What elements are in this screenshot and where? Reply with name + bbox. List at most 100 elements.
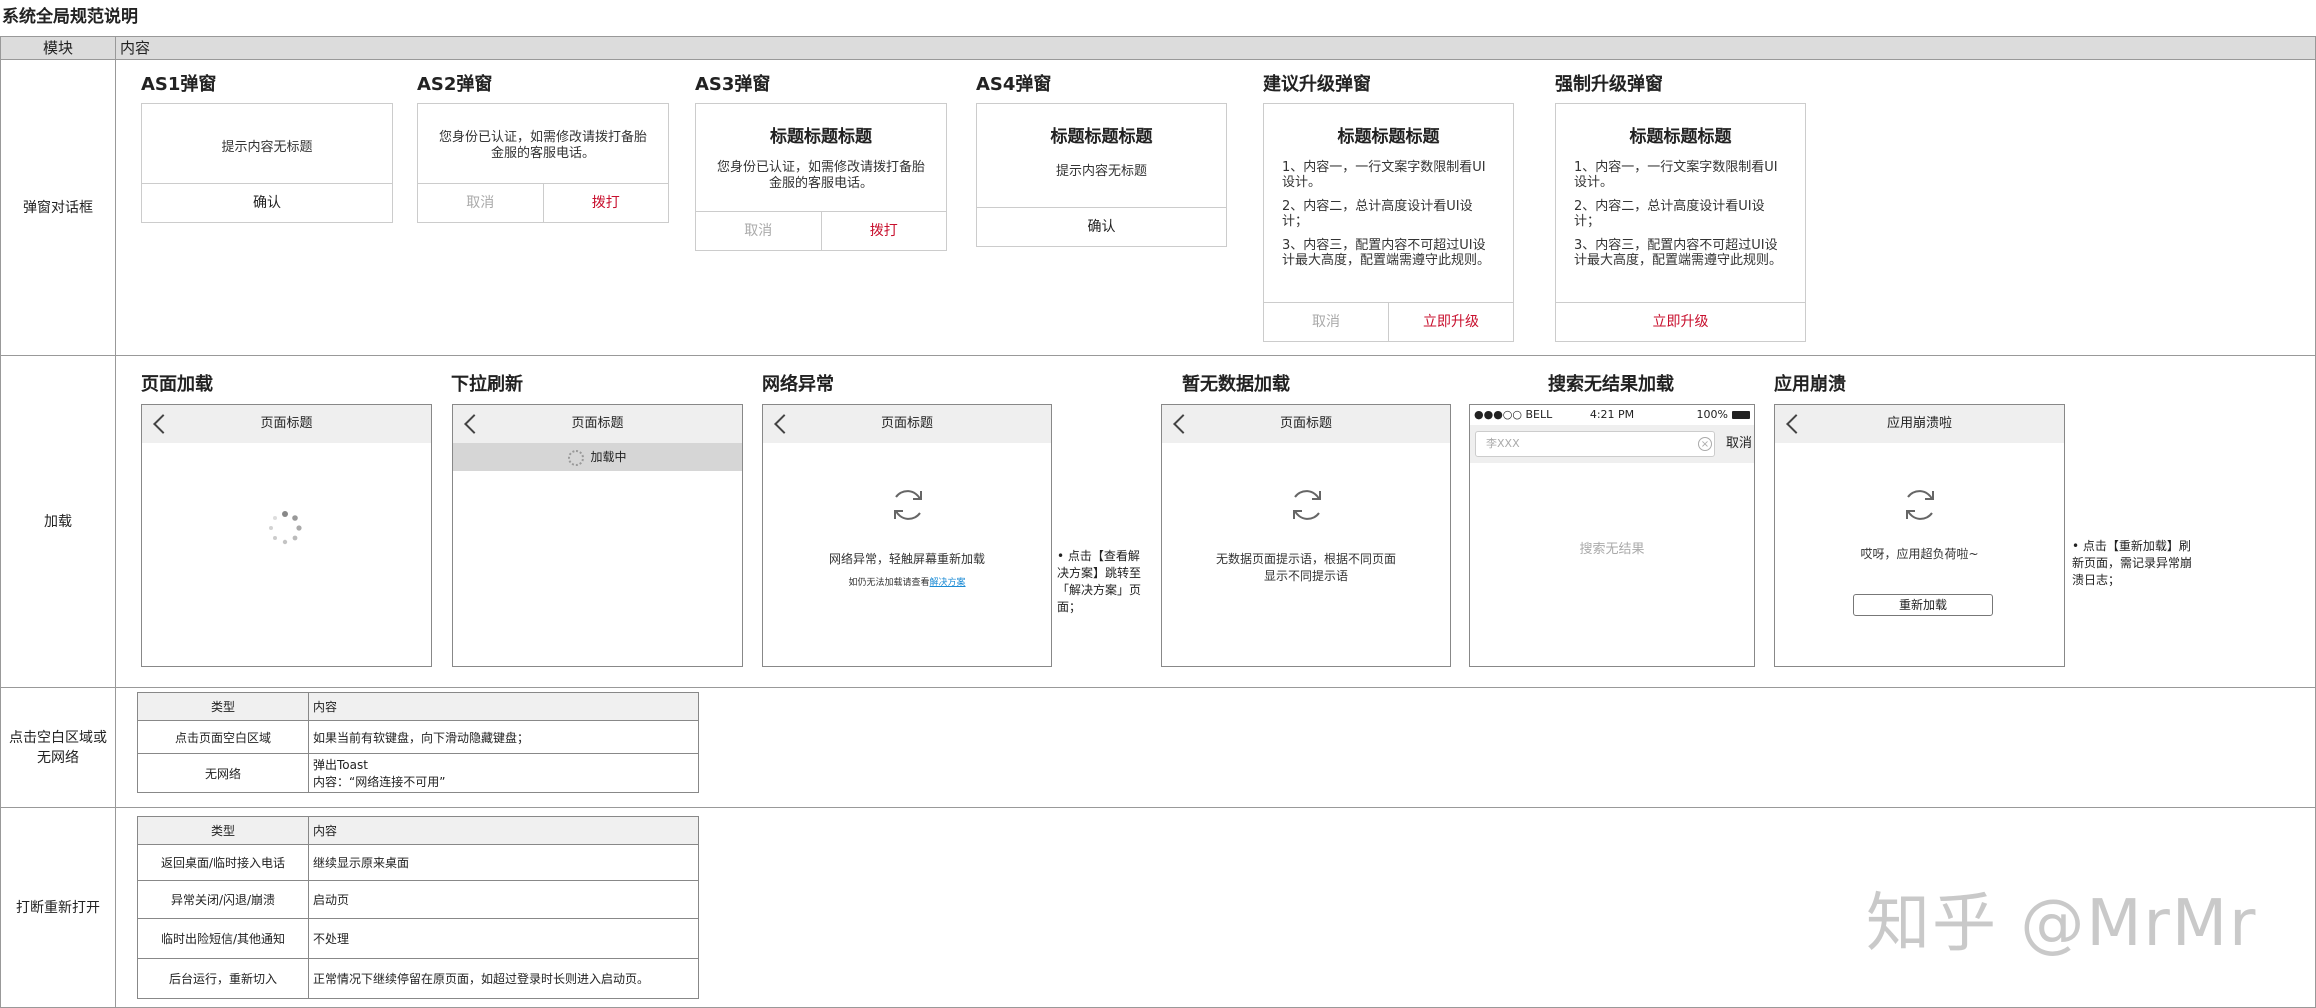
solution-link[interactable]: 解决方案	[930, 578, 966, 588]
app-crash-label: 应用崩溃	[1774, 374, 1846, 395]
interrupt-table: 类型 内容 返回桌面/临时接入电话 继续显示原来桌面 异常关闭/闪退/崩溃 启动…	[137, 816, 699, 999]
pull-refresh-screen: 页面标题 加载中	[452, 404, 743, 667]
table-cell: 启动页	[308, 880, 699, 919]
network-error-message: 网络异常，轻触屏幕重新加载	[828, 552, 985, 566]
table-header-cell: 类型	[137, 692, 309, 721]
as4-confirm-button[interactable]: 确认	[977, 208, 1226, 246]
table-cell: 后台运行，重新切入	[137, 958, 309, 999]
back-icon[interactable]	[1173, 414, 1193, 434]
as4-buttons: 确认	[977, 207, 1226, 246]
table-cell: 继续显示原来桌面	[308, 844, 699, 881]
app-crash-screen: 应用崩溃啦 哎呀，应用超负荷啦~ 重新加载	[1774, 404, 2065, 667]
suggest-upgrade-content: 1、内容一，一行文案字数限制看UI设计。 2、内容二，总计高度设计看UI设计； …	[1282, 160, 1495, 277]
table-header-cell: 内容	[308, 692, 699, 721]
row-label-blank: 点击空白区域或无网络	[0, 688, 116, 808]
refresh-icon	[1906, 490, 1934, 520]
toast-line: 弹出Toast	[313, 758, 368, 772]
as2-call-button[interactable]: 拨打	[542, 184, 669, 222]
network-error-sub-text: 如仍无法加载请查看	[848, 578, 930, 588]
page-loading-nav-title: 页面标题	[260, 416, 313, 431]
pull-refresh-navbar: 页面标题	[453, 405, 742, 443]
as3-dialog: 标题标题标题 您身份已认证，如需修改请拨打备胎金服的客服电话。 取消 拨打	[695, 103, 947, 251]
as3-buttons: 取消 拨打	[696, 211, 946, 250]
force-upgrade-dialog: 标题标题标题 1、内容一，一行文案字数限制看UI设计。 2、内容二，总计高度设计…	[1555, 103, 1806, 342]
as3-content: 您身份已认证，如需修改请拨打备胎金服的客服电话。	[716, 160, 925, 191]
pull-refresh-label: 下拉刷新	[451, 374, 523, 395]
spinner-icon	[568, 449, 585, 466]
page-loading-navbar: 页面标题	[142, 405, 431, 443]
header-module: 模块	[0, 36, 116, 60]
watermark: 知乎 @MrMr	[1866, 887, 2258, 961]
table-cell: 不处理	[308, 918, 699, 959]
as2-content: 您身份已认证，如需修改请拨打备胎金服的客服电话。	[438, 130, 647, 161]
as3-label: AS3弹窗	[695, 74, 771, 95]
table-header-cell: 类型	[137, 816, 309, 845]
table-cell: 异常关闭/闪退/崩溃	[137, 880, 309, 919]
force-upgrade-content: 1、内容一，一行文案字数限制看UI设计。 2、内容二，总计高度设计看UI设计； …	[1574, 160, 1787, 277]
as1-dialog: 提示内容无标题 确认	[141, 103, 393, 223]
suggest-cancel-button[interactable]: 取消	[1264, 303, 1388, 341]
network-error-screen[interactable]: 页面标题 网络异常，轻触屏幕重新加载 如仍无法加载请查看解决方案	[762, 404, 1052, 667]
table-cell: 无网络	[137, 753, 309, 793]
reload-button[interactable]: 重新加载	[1853, 594, 1993, 616]
app-crash-message: 哎呀，应用超负荷啦~	[1860, 547, 1979, 561]
table-row: 返回桌面/临时接入电话 继续显示原来桌面	[137, 844, 699, 881]
empty-data-message: 无数据页面提示语，根据不同页面显示不同提示语	[1215, 552, 1396, 583]
table-cell: 临时出险短信/其他通知	[137, 918, 309, 959]
force-item-1: 1、内容一，一行文案字数限制看UI设计。	[1574, 160, 1778, 190]
as4-title: 标题标题标题	[1050, 127, 1153, 147]
force-item-2: 2、内容二，总计高度设计看UI设计；	[1574, 199, 1765, 229]
force-upgrade-buttons: 立即升级	[1556, 302, 1805, 341]
empty-data-screen: 页面标题 无数据页面提示语，根据不同页面显示不同提示语	[1161, 404, 1451, 667]
table-cell: 正常情况下继续停留在原页面，如超过登录时长则进入启动页。	[308, 958, 699, 999]
header-content: 内容	[115, 36, 2316, 60]
refresh-icon	[894, 490, 922, 520]
app-crash-note: • 点击【重新加载】刷新页面，需记录异常崩溃日志；	[2072, 539, 2193, 587]
as3-call-button[interactable]: 拨打	[820, 212, 947, 250]
force-upgrade-button[interactable]: 立即升级	[1556, 303, 1805, 341]
suggest-upgrade-button[interactable]: 立即升级	[1388, 303, 1513, 341]
suggest-upgrade-label: 建议升级弹窗	[1263, 74, 1371, 95]
pull-refresh-status: 加载中	[590, 450, 627, 464]
as1-confirm-button[interactable]: 确认	[142, 184, 392, 222]
as2-dialog: 您身份已认证，如需修改请拨打备胎金服的客服电话。 取消 拨打	[417, 103, 669, 223]
as3-title: 标题标题标题	[770, 127, 872, 147]
clear-icon[interactable]: ×	[1698, 437, 1712, 451]
search-empty-screen: ●●●○○ BELL 4:21 PM 100% 李XXX × 取消 搜索无结果	[1469, 404, 1755, 667]
suggest-upgrade-title: 标题标题标题	[1337, 127, 1440, 147]
row-label-loading: 加载	[0, 356, 116, 688]
row-label-dialog: 弹窗对话框	[0, 60, 116, 356]
as3-cancel-button[interactable]: 取消	[696, 212, 821, 250]
network-error-nav-title: 页面标题	[880, 416, 933, 431]
app-crash-nav-title: 应用崩溃啦	[1886, 416, 1952, 431]
as2-label: AS2弹窗	[417, 74, 493, 95]
back-icon[interactable]	[464, 414, 484, 434]
back-icon[interactable]	[774, 414, 794, 434]
network-error-navbar: 页面标题	[763, 405, 1051, 443]
pull-refresh-bar: 加载中	[453, 443, 742, 471]
back-icon[interactable]	[153, 414, 173, 434]
as1-buttons: 确认	[142, 183, 392, 222]
suggest-upgrade-dialog: 标题标题标题 1、内容一，一行文案字数限制看UI设计。 2、内容二，总计高度设计…	[1263, 103, 1514, 342]
force-upgrade-title: 标题标题标题	[1629, 127, 1732, 147]
app-crash-navbar: 应用崩溃啦	[1775, 405, 2064, 443]
table-cell: 返回桌面/临时接入电话	[137, 844, 309, 881]
blank-area-table: 类型 内容 点击页面空白区域 如果当前有软键盘，向下滑动隐藏键盘； 无网络 弹出…	[137, 692, 699, 793]
search-cancel-button[interactable]: 取消	[1726, 425, 1752, 463]
empty-data-navbar: 页面标题	[1162, 405, 1450, 443]
table-row: 点击页面空白区域 如果当前有软键盘，向下滑动隐藏键盘；	[137, 720, 699, 754]
toast-content-line: 内容：“网络连接不可用”	[313, 775, 446, 789]
battery-percent: 100%	[1696, 408, 1728, 421]
pull-refresh-nav-title: 页面标题	[571, 416, 624, 431]
as4-dialog: 标题标题标题 提示内容无标题 确认	[976, 103, 1227, 247]
table-header-row: 类型 内容	[137, 692, 699, 721]
network-error-sub: 如仍无法加载请查看解决方案	[763, 575, 1051, 592]
as2-cancel-button[interactable]: 取消	[418, 184, 543, 222]
table-header-cell: 内容	[308, 816, 699, 845]
force-upgrade-label: 强制升级弹窗	[1555, 74, 1663, 95]
empty-data-label: 暂无数据加载	[1182, 374, 1290, 395]
force-item-3: 3、内容三，配置内容不可超过UI设计最大高度，配置端需遵守此规则。	[1574, 238, 1783, 268]
suggest-item-2: 2、内容二，总计高度设计看UI设计；	[1282, 199, 1473, 229]
search-input[interactable]: 李XXX	[1475, 431, 1715, 457]
back-icon[interactable]	[1786, 414, 1806, 434]
